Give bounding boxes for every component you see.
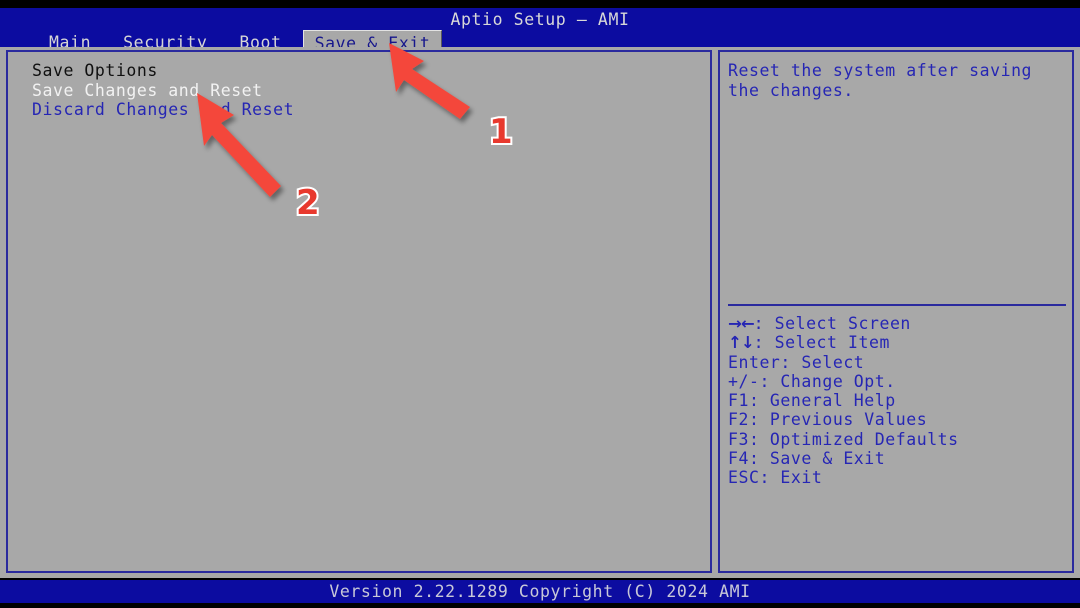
key-legend-esc-exit: ESC: Exit [728, 468, 823, 488]
section-header-save-options: Save Options [32, 61, 158, 80]
key-legend-enter: Enter: Select [728, 352, 865, 372]
key-legend: →←: Select Screen ↑↓: Select Item Enter:… [728, 314, 959, 488]
top-black-bar [0, 0, 1080, 8]
version-text: Version 2.22.1289 Copyright (C) 2024 AMI [329, 582, 751, 601]
option-save-changes-and-reset[interactable]: Save Changes and Reset [32, 81, 710, 101]
option-discard-changes-and-reset[interactable]: Discard Changes and Reset [32, 100, 710, 120]
key-legend-select-item: ↑↓: Select Item [728, 333, 959, 352]
help-text-line-2: the changes. [728, 81, 854, 100]
bottom-black-bar [0, 603, 1080, 608]
key-legend-select-screen-label: : Select Screen [753, 314, 911, 333]
key-legend-f3-optimized-defaults: F3: Optimized Defaults [728, 429, 959, 449]
header-band: Aptio Setup – AMI Main Security Boot Sav… [0, 8, 1080, 55]
key-legend-f2-previous-values: F2: Previous Values [728, 410, 928, 430]
arrow-left-right-icon: →← [728, 314, 755, 333]
annotation-number-1: 1 [487, 112, 515, 152]
bios-setup-screen: Aptio Setup – AMI Main Security Boot Sav… [0, 0, 1080, 608]
settings-panel: Save Options Save Changes and Reset Disc… [6, 50, 712, 573]
key-legend-f1-general-help: F1: General Help [728, 391, 896, 411]
arrow-up-down-icon: ↑↓ [728, 333, 755, 353]
key-legend-change-opt: +/-: Change Opt. [728, 371, 896, 391]
key-legend-select-item-label: : Select Item [753, 333, 890, 353]
key-legend-f4-save-and-exit: F4: Save & Exit [728, 449, 886, 469]
key-legend-select-screen: →←: Select Screen [728, 314, 959, 333]
help-panel: Reset the system after saving the change… [718, 50, 1074, 573]
help-text-line-1: Reset the system after saving [728, 61, 1033, 80]
status-bar: Version 2.22.1289 Copyright (C) 2024 AMI [0, 580, 1080, 603]
app-title: Aptio Setup – AMI [450, 10, 630, 29]
annotation-number-2: 2 [294, 183, 322, 223]
help-divider [728, 304, 1066, 306]
